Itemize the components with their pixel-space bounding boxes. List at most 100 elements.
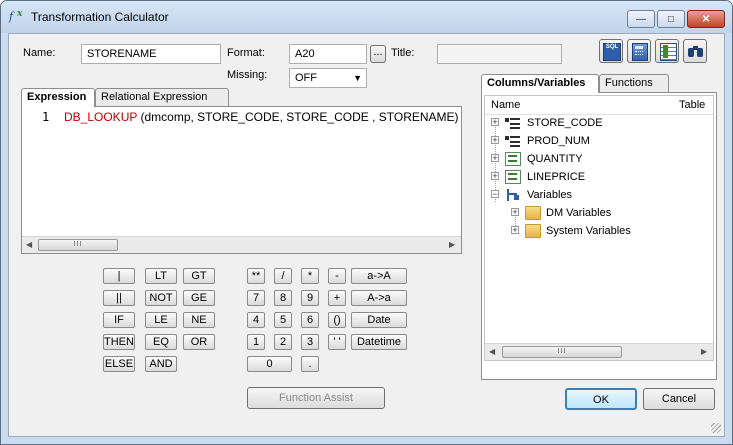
tree-item-system-variables[interactable]: + System Variables bbox=[485, 222, 713, 240]
name-field[interactable]: STORENAME bbox=[81, 44, 221, 64]
tree-item-store-code[interactable]: + STORE_CODE bbox=[485, 114, 713, 132]
key-quotes[interactable]: ' ' bbox=[328, 334, 346, 350]
tree-item-dm-variables[interactable]: + DM Variables bbox=[485, 204, 713, 222]
tree-item-quantity[interactable]: + QUANTITY bbox=[485, 150, 713, 168]
tree-scroll-thumb[interactable]: III bbox=[502, 346, 622, 358]
tab-relational-expression[interactable]: Relational Expression bbox=[95, 88, 229, 106]
expand-icon[interactable]: + bbox=[491, 154, 499, 163]
columns-variables-panel: Name Table + STORE_CODE + PROD_NUM + QUA… bbox=[481, 92, 717, 380]
key-9[interactable]: 9 bbox=[301, 290, 319, 306]
expand-icon[interactable]: + bbox=[491, 172, 499, 181]
scroll-left-icon[interactable]: ◀ bbox=[26, 240, 32, 249]
key-and[interactable]: AND bbox=[145, 356, 177, 372]
key-2[interactable]: 2 bbox=[274, 334, 292, 350]
tree-item-variables[interactable]: − Variables bbox=[485, 186, 713, 204]
ok-button[interactable]: OK bbox=[565, 388, 637, 410]
line-gutter: 1 bbox=[22, 107, 62, 236]
key-then[interactable]: THEN bbox=[103, 334, 135, 350]
columns-tree[interactable]: Name Table + STORE_CODE + PROD_NUM + QUA… bbox=[484, 95, 714, 361]
find-button[interactable] bbox=[683, 39, 707, 63]
key-minus[interactable]: - bbox=[328, 268, 346, 284]
tab-columns-variables[interactable]: Columns/Variables bbox=[481, 74, 599, 93]
numeric-keypad: ** / * - a->A 7 8 9 + A->a 4 5 6 () Date… bbox=[245, 266, 413, 376]
format-field[interactable]: A20 bbox=[289, 44, 367, 64]
tree-hscrollbar[interactable]: ◀ III ▶ bbox=[485, 343, 713, 360]
key-ne[interactable]: NE bbox=[183, 312, 215, 328]
calculator-button[interactable] bbox=[627, 39, 651, 63]
key-double-pipe[interactable]: || bbox=[103, 290, 135, 306]
key-4[interactable]: 4 bbox=[247, 312, 265, 328]
title-field[interactable] bbox=[437, 44, 562, 64]
window-title: Transformation Calculator bbox=[31, 10, 169, 24]
maximize-button[interactable]: □ bbox=[657, 10, 685, 28]
sql-button[interactable]: SQL bbox=[599, 39, 623, 63]
key-lower-to-upper[interactable]: a->A bbox=[351, 268, 407, 284]
expression-editor[interactable]: 1 DB_LOOKUP (dmcomp, STORE_CODE, STORE_C… bbox=[21, 106, 462, 254]
key-8[interactable]: 8 bbox=[274, 290, 292, 306]
collapse-icon[interactable]: − bbox=[491, 190, 499, 199]
key-multiply[interactable]: * bbox=[301, 268, 319, 284]
key-decimal[interactable]: . bbox=[301, 356, 319, 372]
tab-functions[interactable]: Functions bbox=[599, 74, 669, 92]
expand-icon[interactable]: + bbox=[511, 226, 519, 235]
minimize-button[interactable]: — bbox=[627, 10, 655, 28]
format-browse-button[interactable]: ... bbox=[370, 45, 386, 63]
key-plus[interactable]: + bbox=[328, 290, 346, 306]
key-datetime[interactable]: Datetime bbox=[351, 334, 407, 350]
missing-select[interactable]: OFF ▼ bbox=[289, 68, 367, 88]
tree-item-label: LINEPRICE bbox=[527, 171, 586, 183]
key-ge[interactable]: GE bbox=[183, 290, 215, 306]
key-upper-to-lower[interactable]: A->a bbox=[351, 290, 407, 306]
key-or[interactable]: OR bbox=[183, 334, 215, 350]
key-parentheses[interactable]: () bbox=[328, 312, 346, 328]
expression-line[interactable]: DB_LOOKUP (dmcomp, STORE_CODE, STORE_COD… bbox=[64, 110, 459, 124]
editor-scroll-thumb[interactable]: III bbox=[38, 239, 118, 251]
scroll-right-icon[interactable]: ▶ bbox=[449, 240, 455, 249]
editor-tab-strip: Expression Relational Expression bbox=[21, 88, 465, 108]
tree-item-label: System Variables bbox=[546, 225, 631, 237]
tab-expression[interactable]: Expression bbox=[21, 88, 95, 107]
key-power[interactable]: ** bbox=[247, 268, 265, 284]
tree-item-label: DM Variables bbox=[546, 207, 612, 219]
key-7[interactable]: 7 bbox=[247, 290, 265, 306]
calculator-icon bbox=[632, 43, 648, 61]
key-not[interactable]: NOT bbox=[145, 290, 177, 306]
key-eq[interactable]: EQ bbox=[145, 334, 177, 350]
key-if[interactable]: IF bbox=[103, 312, 135, 328]
key-divide[interactable]: / bbox=[274, 268, 292, 284]
expand-icon[interactable]: + bbox=[491, 136, 499, 145]
key-5[interactable]: 5 bbox=[274, 312, 292, 328]
key-0[interactable]: 0 bbox=[247, 356, 292, 372]
sql-icon: SQL bbox=[603, 43, 621, 61]
function-assist-button[interactable]: Function Assist bbox=[247, 387, 385, 409]
key-1[interactable]: 1 bbox=[247, 334, 265, 350]
tree-item-prod-num[interactable]: + PROD_NUM bbox=[485, 132, 713, 150]
key-else[interactable]: ELSE bbox=[103, 356, 135, 372]
transformation-app-icon: fx bbox=[9, 9, 23, 23]
key-lt[interactable]: LT bbox=[145, 268, 177, 284]
format-label: Format: bbox=[227, 47, 265, 59]
measure-icon bbox=[505, 152, 521, 166]
editor-hscrollbar[interactable]: ◀ III ▶ bbox=[22, 236, 461, 253]
resize-grip[interactable] bbox=[711, 423, 721, 433]
key-le[interactable]: LE bbox=[145, 312, 177, 328]
tree-item-label: STORE_CODE bbox=[527, 117, 603, 129]
missing-label: Missing: bbox=[227, 69, 268, 81]
cancel-button[interactable]: Cancel bbox=[643, 388, 715, 410]
expand-icon[interactable]: + bbox=[491, 118, 499, 127]
key-6[interactable]: 6 bbox=[301, 312, 319, 328]
tree-item-lineprice[interactable]: + LINEPRICE bbox=[485, 168, 713, 186]
side-tab-strip: Columns/Variables Functions bbox=[481, 74, 715, 94]
binoculars-icon bbox=[688, 44, 704, 58]
transformation-calculator-window: fx Transformation Calculator — □ ✕ Name:… bbox=[0, 0, 733, 445]
close-button[interactable]: ✕ bbox=[687, 10, 725, 28]
key-gt[interactable]: GT bbox=[183, 268, 215, 284]
key-pipe[interactable]: | bbox=[103, 268, 135, 284]
tree-item-label: Variables bbox=[527, 189, 573, 201]
scroll-right-icon[interactable]: ▶ bbox=[701, 347, 707, 356]
key-3[interactable]: 3 bbox=[301, 334, 319, 350]
grid-button[interactable] bbox=[655, 39, 679, 63]
key-date[interactable]: Date bbox=[351, 312, 407, 328]
scroll-left-icon[interactable]: ◀ bbox=[489, 347, 495, 356]
expand-icon[interactable]: + bbox=[511, 208, 519, 217]
